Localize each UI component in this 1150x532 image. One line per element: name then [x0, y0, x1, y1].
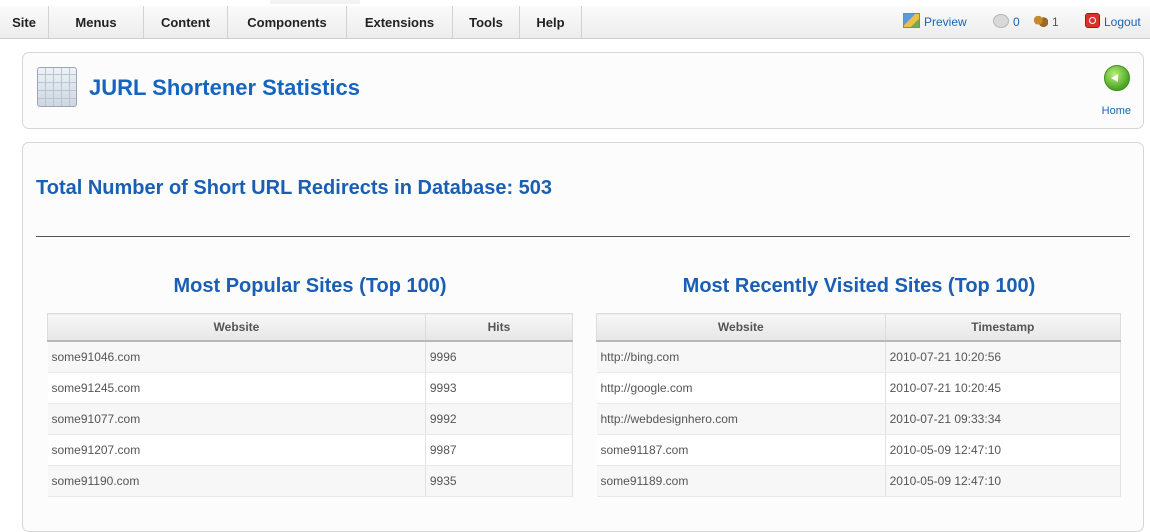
timestamp-cell: 2010-07-21 10:20:45 — [885, 372, 1122, 404]
table-row: http://google.com 2010-07-21 10:20:45 — [596, 372, 1122, 404]
messages-indicator[interactable]: 0 — [993, 6, 1020, 38]
menu-content[interactable]: Content — [144, 6, 228, 38]
preview-link[interactable]: Preview — [903, 6, 967, 38]
popular-sites-title: Most Popular Sites (Top 100) — [173, 275, 447, 297]
home-arrow-icon[interactable] — [1104, 65, 1130, 91]
page-title: JURL Shortener Statistics — [89, 75, 361, 100]
users-count: 1 — [1052, 15, 1059, 29]
timestamp-cell: 2010-05-09 12:47:10 — [885, 465, 1122, 497]
table-row: some91189.com 2010-05-09 12:47:10 — [596, 465, 1122, 497]
messages-icon — [993, 14, 1009, 28]
statistics-panel: Total Number of Short URL Redirects in D… — [22, 142, 1144, 532]
hits-cell: 9992 — [425, 403, 574, 435]
home-link[interactable]: Home — [1102, 105, 1131, 117]
website-cell: some91190.com — [47, 465, 426, 497]
column-header-timestamp[interactable]: Timestamp — [884, 313, 1122, 342]
calendar-icon — [37, 67, 77, 107]
website-cell: http://bing.com — [596, 341, 886, 373]
logout-link[interactable]: Logout — [1085, 6, 1141, 38]
column-header-hits[interactable]: Hits — [424, 313, 574, 342]
users-indicator[interactable]: 1 — [1033, 6, 1059, 38]
timestamp-cell: 2010-07-21 09:33:34 — [885, 403, 1122, 435]
website-cell: some91046.com — [47, 341, 426, 373]
hits-cell: 9987 — [425, 434, 574, 466]
preview-label: Preview — [924, 15, 967, 29]
website-cell: some91187.com — [596, 434, 886, 466]
recent-sites-table: Website Timestamp http://bing.com 2010-07… — [596, 313, 1122, 497]
users-icon — [1033, 15, 1048, 28]
hits-cell: 9935 — [425, 465, 574, 497]
recent-sites-title: Most Recently Visited Sites (Top 100) — [682, 275, 1036, 297]
menu-extensions[interactable]: Extensions — [347, 6, 453, 38]
website-cell: some91207.com — [47, 434, 426, 466]
hits-cell: 9993 — [425, 372, 574, 404]
menu-tools[interactable]: Tools — [453, 6, 520, 38]
website-cell: some91077.com — [47, 403, 426, 435]
menu-site[interactable]: Site — [0, 6, 49, 38]
popular-sites-table: Website Hits some91046.com 9996 some91245… — [47, 313, 574, 497]
hits-cell: 9996 — [425, 341, 574, 373]
menu-menus[interactable]: Menus — [49, 6, 144, 38]
table-header-row: Website Timestamp — [596, 313, 1122, 342]
preview-icon — [903, 13, 920, 28]
table-row: some91190.com 9935 — [47, 465, 574, 497]
website-cell: http://webdesignhero.com — [596, 403, 886, 435]
column-header-website[interactable]: Website — [596, 313, 886, 342]
column-header-website[interactable]: Website — [47, 313, 426, 342]
table-row: some91077.com 9992 — [47, 403, 574, 435]
table-row: some91187.com 2010-05-09 12:47:10 — [596, 434, 1122, 466]
logout-icon — [1085, 13, 1100, 28]
messages-count: 0 — [1013, 15, 1020, 29]
divider — [36, 236, 1130, 237]
menu-help[interactable]: Help — [520, 6, 582, 38]
table-row: http://bing.com 2010-07-21 10:20:56 — [596, 341, 1122, 373]
timestamp-cell: 2010-07-21 10:20:56 — [885, 341, 1122, 373]
table-header-row: Website Hits — [47, 313, 574, 342]
toolbar-header-panel: JURL Shortener Statistics Home — [22, 52, 1144, 129]
admin-menubar: Site Menus Content Components Extensions… — [0, 6, 1150, 39]
website-cell: some91245.com — [47, 372, 426, 404]
website-cell: http://google.com — [596, 372, 886, 404]
timestamp-cell: 2010-05-09 12:47:10 — [885, 434, 1122, 466]
table-row: some91046.com 9996 — [47, 341, 574, 373]
website-cell: some91189.com — [596, 465, 886, 497]
table-row: some91207.com 9987 — [47, 434, 574, 466]
logout-label: Logout — [1104, 15, 1141, 29]
total-redirects-heading: Total Number of Short URL Redirects in D… — [36, 177, 553, 199]
table-row: http://webdesignhero.com 2010-07-21 09:33… — [596, 403, 1122, 435]
table-row: some91245.com 9993 — [47, 372, 574, 404]
menu-components[interactable]: Components — [228, 6, 347, 38]
